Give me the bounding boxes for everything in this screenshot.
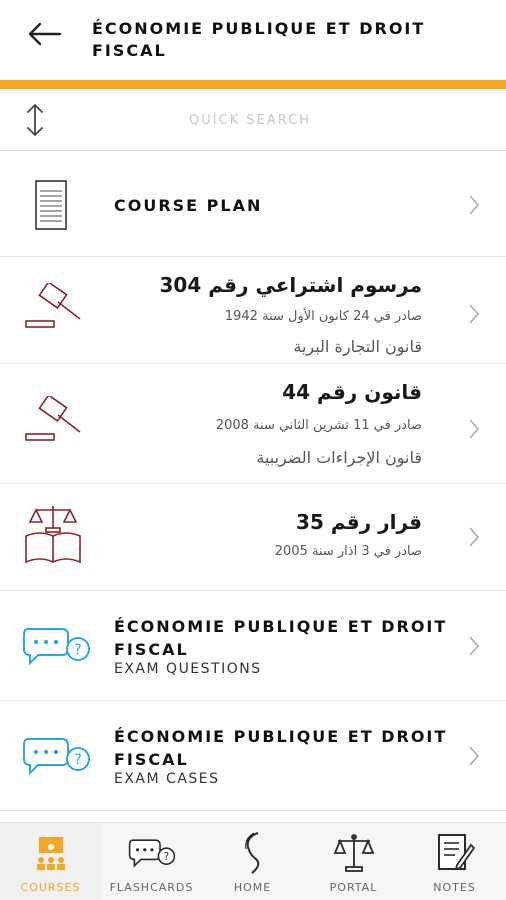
search-input[interactable] [120,103,380,137]
chat-question-icon: ? [23,738,90,776]
tab-flashcards[interactable]: ? FLASHCARDS [101,823,202,900]
notes-icon [437,834,475,871]
law-title: قانون رقم 44 [282,380,422,404]
law-date: صادر في 11 تشرين الثاني سنة 2008 [215,418,422,433]
law-title: قرار رقم 35 [296,510,422,534]
app-header: ÉCONOMIE PUBLIQUE ET DROIT FISCAL [0,0,506,80]
chevron-right-icon [469,527,480,547]
law-title: مرسوم اشتراعي رقم 304 [159,273,422,297]
document-icon [35,180,67,230]
chevron-right-icon [469,746,480,766]
search-bar [0,89,506,151]
home-logo-icon [244,832,259,874]
tab-notes[interactable]: NOTES [404,823,505,900]
exam-title: ÉCONOMIE PUBLIQUE ET DROIT FISCAL [114,727,448,769]
tab-home[interactable]: HOME [202,823,303,900]
tab-label: FLASHCARDS [109,881,194,894]
law-date: صادر في 3 اذار سنة 2005 [274,544,422,559]
tab-label: NOTES [433,881,476,894]
law-item[interactable]: قانون رقم 44 صادر في 11 تشرين الثاني سنة… [0,364,506,484]
exam-title: ÉCONOMIE PUBLIQUE ET DROIT FISCAL [114,617,448,659]
svg-text:?: ? [74,642,81,658]
exam-subtitle: EXAM CASES [114,771,220,787]
chevron-right-icon [469,636,480,656]
chevron-right-icon [469,419,480,439]
page-title: ÉCONOMIE PUBLIQUE ET DROIT FISCAL [92,19,426,60]
tab-label: HOME [233,881,272,894]
exam-cases-item[interactable]: ? ÉCONOMIE PUBLIQUE ET DROIT FISCAL EXAM… [0,701,506,811]
chat-question-icon: ? [23,628,90,666]
svg-text:?: ? [163,851,169,863]
flashcards-icon: ? [128,839,175,868]
exam-subtitle: EXAM QUESTIONS [114,661,262,677]
law-category: قانون التجارة البرية [293,337,422,356]
accent-bar [0,80,506,89]
law-date: صادر في 24 كانون الأول سنة 1942 [224,309,422,324]
law-item[interactable]: قرار رقم 35 صادر في 3 اذار سنة 2005 [0,484,506,591]
course-plan-item[interactable]: COURSE PLAN [0,152,506,257]
tab-label: PORTAL [329,881,378,894]
tab-label: COURSES [20,881,81,894]
scales-book-icon [25,506,81,564]
gavel-icon [25,396,81,441]
law-item[interactable]: مرسوم اشتراعي رقم 304 صادر في 24 كانون ا… [0,257,506,364]
law-category: قانون الإجراءات الضريبية [256,448,422,467]
back-button[interactable] [22,14,66,54]
sort-vertical-icon[interactable] [22,103,48,137]
bottom-tab-bar: COURSES ? FLASHCARDS HOME PORTAL NOTES [0,822,506,900]
tab-portal[interactable]: PORTAL [303,823,404,900]
exam-questions-item[interactable]: ? ÉCONOMIE PUBLIQUE ET DROIT FISCAL EXAM… [0,591,506,701]
courses-icon [36,837,65,870]
tab-courses[interactable]: COURSES [0,823,101,900]
gavel-icon [25,283,81,328]
chevron-right-icon [469,304,480,324]
scales-icon [333,834,374,872]
svg-text:?: ? [74,752,81,768]
course-plan-label: COURSE PLAN [114,196,263,215]
chevron-right-icon [469,195,480,215]
arrow-left-icon [28,22,62,46]
